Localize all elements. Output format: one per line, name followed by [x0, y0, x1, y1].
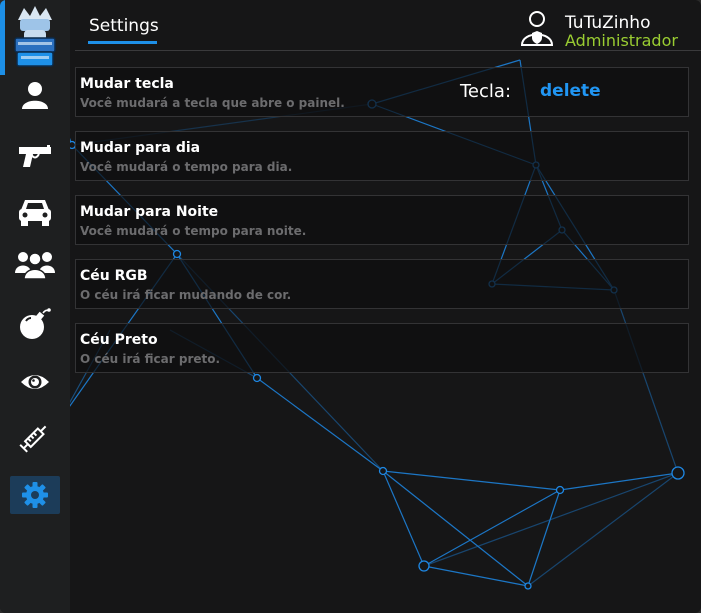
setting-rgb-sky[interactable]: Céu RGB O céu irá ficar mudando de cor.	[75, 259, 689, 309]
admin-user-icon	[520, 11, 554, 46]
setting-night[interactable]: Mudar para Noite Você mudará o tempo par…	[75, 195, 689, 245]
setting-day[interactable]: Mudar para dia Você mudará o tempo para …	[75, 131, 689, 181]
sidebar	[0, 0, 70, 613]
key-value[interactable]: delete	[540, 81, 601, 101]
setting-black-sky[interactable]: Céu Preto O céu irá ficar preto.	[75, 323, 689, 373]
syringe-icon	[19, 425, 47, 453]
group-icon	[15, 252, 55, 279]
sidebar-item-explosives[interactable]	[10, 305, 60, 343]
sidebar-item-drugs[interactable]	[10, 418, 60, 456]
gear-icon	[22, 482, 48, 508]
menu-logo	[14, 6, 56, 67]
setting-description: Você mudará o tempo para dia.	[80, 160, 293, 174]
user-name: TuTuZinho	[565, 13, 651, 33]
sidebar-active-accent	[0, 0, 5, 75]
setting-description: Você mudará o tempo para noite.	[80, 224, 307, 238]
user-role: Administrador	[565, 31, 678, 50]
sidebar-item-settings[interactable]	[10, 476, 60, 514]
tab-settings[interactable]: Settings	[89, 16, 159, 36]
setting-title: Mudar para dia	[80, 140, 201, 156]
setting-description: Você mudará a tecla que abre o painel.	[80, 96, 345, 110]
sidebar-item-group[interactable]	[10, 245, 60, 283]
user-icon	[22, 82, 48, 109]
setting-title: Mudar tecla	[80, 76, 174, 92]
bomb-icon	[20, 308, 51, 339]
sidebar-item-vehicles[interactable]	[10, 193, 60, 231]
tab-settings-underline	[88, 41, 157, 44]
sidebar-item-player[interactable]	[10, 76, 60, 114]
key-label: Tecla:	[460, 81, 512, 102]
menu-window: Settings TuTuZinho Administrador Mudar t…	[0, 0, 701, 613]
car-icon	[19, 200, 51, 226]
header-divider	[75, 50, 701, 51]
setting-description: O céu irá ficar mudando de cor.	[80, 288, 292, 302]
setting-description: O céu irá ficar preto.	[80, 352, 221, 366]
sidebar-item-vision[interactable]	[10, 363, 60, 401]
sidebar-item-weapons[interactable]	[10, 138, 60, 176]
eye-icon	[21, 375, 49, 389]
pistol-icon	[19, 145, 51, 167]
setting-title: Mudar para Noite	[80, 204, 219, 220]
setting-title: Céu RGB	[80, 268, 148, 284]
setting-title: Céu Preto	[80, 332, 158, 348]
